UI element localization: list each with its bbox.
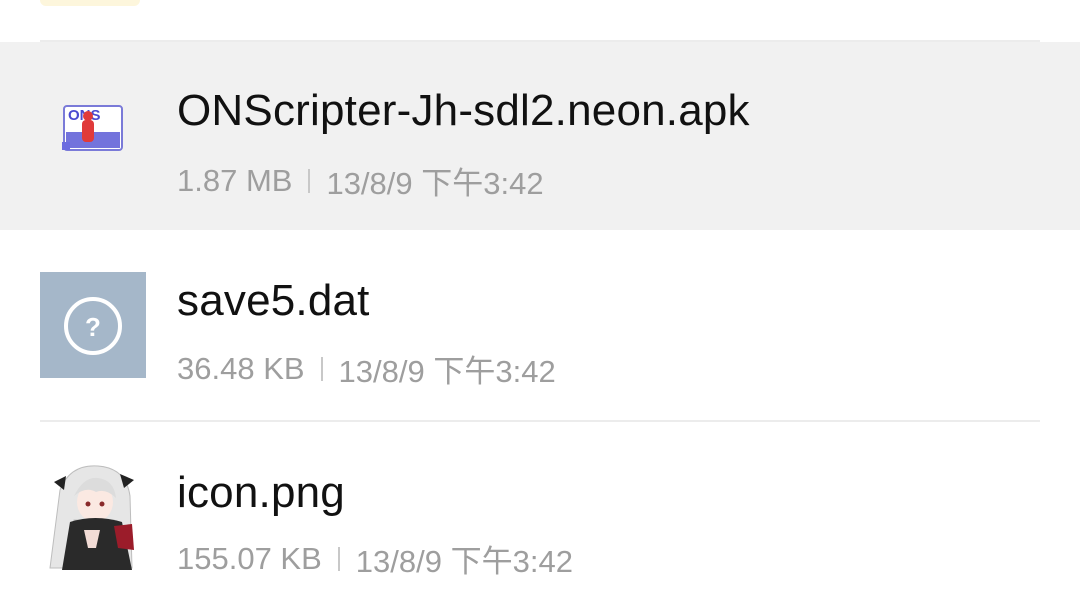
file-date: 13/8/9 下午3:42 xyxy=(355,544,573,579)
file-name: ONScripter-Jh-sdl2.neon.apk xyxy=(177,86,750,135)
anime-girl-thumbnail xyxy=(40,460,146,570)
file-browser-screen: ONS ONScripter-Jh-sdl2.neon.apk 1.87 MB … xyxy=(0,0,1080,608)
file-meta: 1.87 MB 13/8/9 下午3:42 xyxy=(177,158,544,203)
meta-separator xyxy=(337,546,340,571)
file-row-dat[interactable]: ? save5.dat 36.48 KB 13/8/9 下午3:42 xyxy=(0,230,1080,420)
unknown-file-icon: ? xyxy=(40,272,146,378)
file-size: 36.48 KB xyxy=(177,350,305,386)
question-mark-icon: ? xyxy=(64,297,122,355)
file-row-png[interactable]: icon.png 155.07 KB 13/8/9 下午3:42 xyxy=(0,422,1080,608)
apk-icon: ONS xyxy=(56,92,128,164)
meta-separator xyxy=(320,356,323,381)
image-thumbnail-icon xyxy=(40,460,146,570)
previous-item-thumbnail-edge xyxy=(40,0,140,6)
file-name: icon.png xyxy=(177,468,345,517)
file-meta: 36.48 KB 13/8/9 下午3:42 xyxy=(177,346,556,391)
file-row-apk[interactable]: ONS ONScripter-Jh-sdl2.neon.apk 1.87 MB … xyxy=(0,42,1080,230)
file-size: 155.07 KB xyxy=(177,540,322,576)
file-meta: 155.07 KB 13/8/9 下午3:42 xyxy=(177,536,573,581)
file-name: save5.dat xyxy=(177,276,370,325)
file-date: 13/8/9 下午3:42 xyxy=(338,354,556,389)
file-size: 1.87 MB xyxy=(177,162,293,198)
meta-separator xyxy=(308,168,311,193)
file-date: 13/8/9 下午3:42 xyxy=(326,166,544,201)
svg-text:?: ? xyxy=(85,312,101,342)
apk-icon-graphic: ONS xyxy=(62,105,123,151)
